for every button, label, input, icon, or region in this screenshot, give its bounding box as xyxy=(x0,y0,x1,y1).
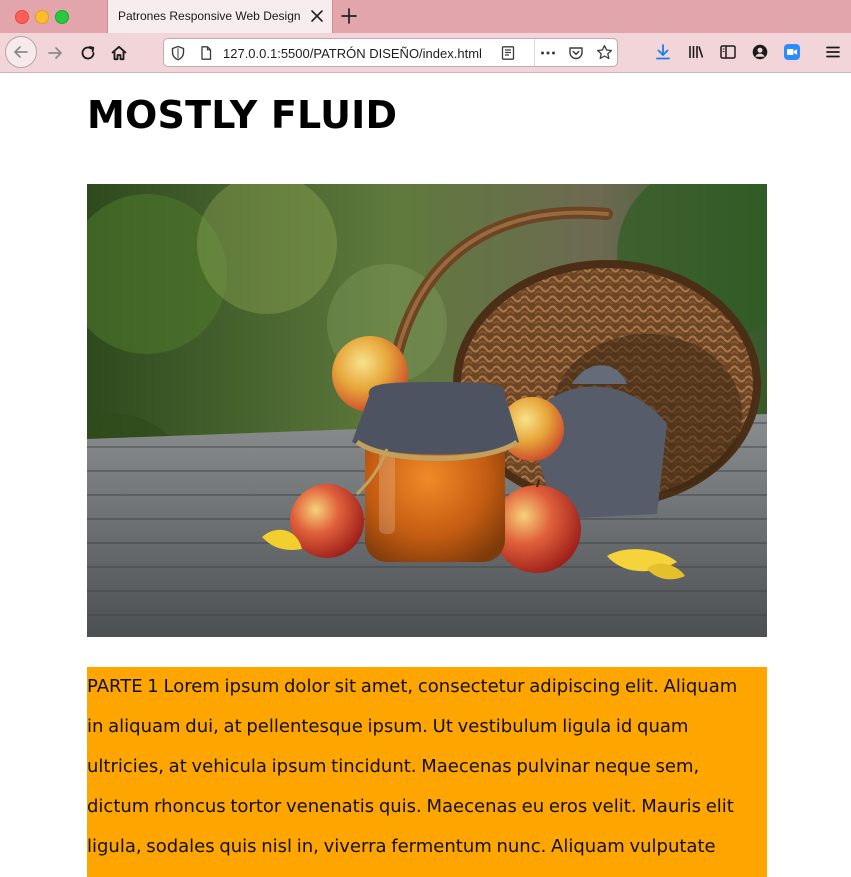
sidebar-icon[interactable] xyxy=(718,42,738,62)
navigation-toolbar: 127.0.0.1:5500/PATRÓN DISEÑO/index.html xyxy=(0,33,851,73)
more-icon[interactable] xyxy=(539,45,557,61)
reader-view-icon[interactable] xyxy=(500,45,516,61)
account-icon[interactable] xyxy=(750,42,770,62)
page-content: MOSTLY FLUID PARTE 1 Lorem ipsum dolor s… xyxy=(0,73,851,877)
close-tab-icon[interactable] xyxy=(307,6,327,26)
forward-arrow-icon[interactable] xyxy=(44,42,66,64)
url-text[interactable]: 127.0.0.1:5500/PATRÓN DISEÑO/index.html xyxy=(223,46,491,61)
shield-icon[interactable] xyxy=(170,45,186,61)
new-tab-icon[interactable] xyxy=(338,5,360,27)
close-window-dot[interactable] xyxy=(15,10,29,24)
paragraph-line-3: ultricies, at vehicula ipsum tincidunt. … xyxy=(87,756,700,777)
menu-icon[interactable] xyxy=(823,42,843,62)
reload-icon[interactable] xyxy=(77,42,99,64)
hero-image xyxy=(87,184,767,637)
paragraph-line-1: PARTE 1 Lorem ipsum dolor sit amet, cons… xyxy=(87,676,738,697)
back-arrow-icon[interactable] xyxy=(5,36,37,68)
tab-title: Patrones Responsive Web Design xyxy=(118,9,301,23)
pocket-icon[interactable] xyxy=(568,45,584,61)
minimize-window-dot[interactable] xyxy=(35,10,49,24)
zoom-icon[interactable] xyxy=(782,42,802,62)
paragraph-line-2: in aliquam dui, at pellentesque ipsum. U… xyxy=(87,716,689,737)
page-heading: MOSTLY FLUID xyxy=(87,93,398,137)
library-icon[interactable] xyxy=(686,42,706,62)
paragraph-line-5: ligula, sodales quis nisl in, viverra fe… xyxy=(87,836,716,857)
maximize-window-dot[interactable] xyxy=(55,10,69,24)
address-bar[interactable]: 127.0.0.1:5500/PATRÓN DISEÑO/index.html xyxy=(163,38,618,67)
tab-strip: Patrones Responsive Web Design xyxy=(0,0,851,33)
content-block: PARTE 1 Lorem ipsum dolor sit amet, cons… xyxy=(87,667,767,877)
url-divider xyxy=(534,39,535,66)
star-icon[interactable] xyxy=(596,44,613,61)
download-icon[interactable] xyxy=(653,42,673,62)
active-tab[interactable]: Patrones Responsive Web Design xyxy=(107,0,333,33)
paragraph-line-4: dictum rhoncus tortor venenatis quis. Ma… xyxy=(87,796,734,817)
page-icon xyxy=(198,45,214,61)
home-icon[interactable] xyxy=(108,42,130,64)
